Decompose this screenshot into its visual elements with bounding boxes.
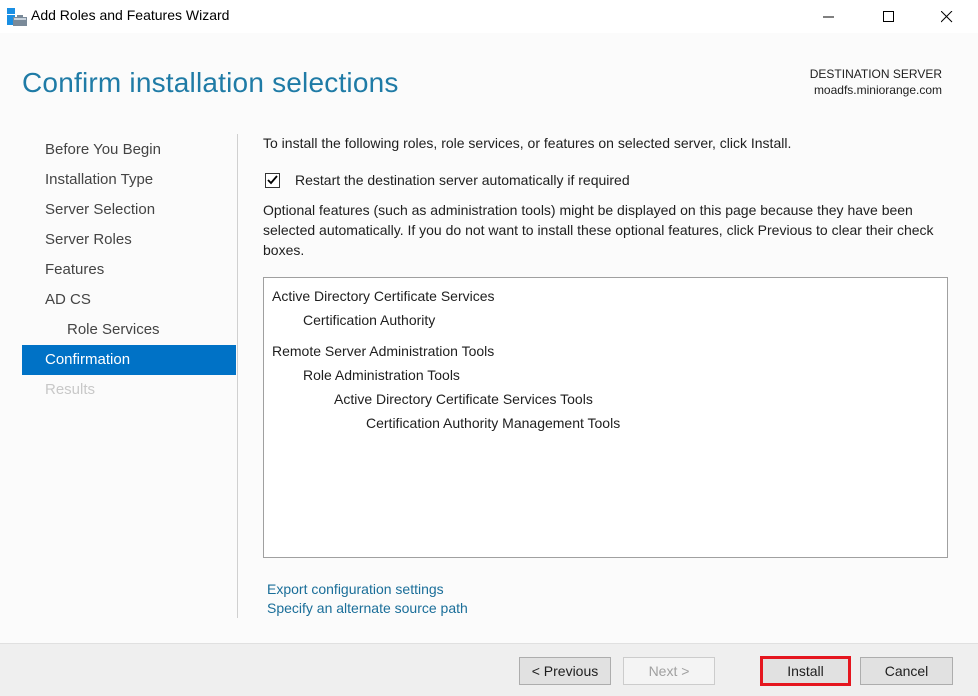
optional-features-note: Optional features (such as administratio…	[263, 202, 934, 258]
cancel-button[interactable]: Cancel	[860, 657, 953, 685]
selection-item: Certification Authority Management Tools	[366, 415, 621, 431]
wizard-nav: Before You Begin Installation Type Serve…	[22, 135, 236, 405]
selection-item: Remote Server Administration Tools	[272, 343, 495, 359]
selection-item: Active Directory Certificate Services	[272, 288, 495, 304]
destination-server-name: moadfs.miniorange.com	[813, 83, 942, 97]
export-configuration-link[interactable]: Export configuration settings	[267, 581, 444, 597]
nav-item-confirmation[interactable]: Confirmation	[22, 345, 236, 375]
nav-item-installation-type[interactable]: Installation Type	[22, 165, 236, 195]
nav-divider	[237, 134, 238, 618]
restart-checkbox[interactable]	[265, 172, 280, 188]
selection-item: Active Directory Certificate Services To…	[334, 391, 593, 407]
restart-option[interactable]: Restart the destination server automatic…	[265, 172, 630, 188]
selection-item: Role Administration Tools	[303, 367, 460, 383]
nav-item-server-roles[interactable]: Server Roles	[22, 225, 236, 255]
install-button[interactable]: Install	[760, 656, 851, 686]
nav-item-ad-cs[interactable]: AD CS	[22, 285, 236, 315]
next-button: Next >	[623, 657, 715, 685]
close-button[interactable]	[924, 0, 970, 33]
alternate-source-path-link[interactable]: Specify an alternate source path	[267, 600, 468, 616]
window-title: Add Roles and Features Wizard	[31, 7, 230, 23]
intro-text: To install the following roles, role ser…	[263, 135, 792, 151]
maximize-button[interactable]	[866, 0, 912, 33]
minimize-button[interactable]	[806, 0, 852, 33]
page-title: Confirm installation selections	[22, 67, 399, 98]
nav-item-features[interactable]: Features	[22, 255, 236, 285]
maximize-icon	[883, 10, 894, 22]
restart-checkbox-label[interactable]: Restart the destination server automatic…	[295, 172, 630, 188]
minimize-icon	[823, 16, 834, 17]
nav-item-server-selection[interactable]: Server Selection	[22, 195, 236, 225]
destination-server-label: DESTINATION SERVER	[809, 67, 942, 81]
previous-button[interactable]: < Previous	[519, 657, 611, 685]
selection-item: Certification Authority	[303, 312, 436, 328]
nav-item-role-services[interactable]: Role Services	[22, 315, 236, 345]
nav-item-results: Results	[45, 381, 96, 398]
server-manager-icon	[7, 8, 27, 26]
selections-list: Active Directory Certificate Services Ce…	[263, 277, 948, 558]
title-bar: Add Roles and Features Wizard	[0, 0, 978, 33]
checkmark-icon	[267, 175, 278, 185]
close-icon	[941, 10, 953, 22]
nav-item-before-you-begin[interactable]: Before You Begin	[22, 135, 236, 165]
